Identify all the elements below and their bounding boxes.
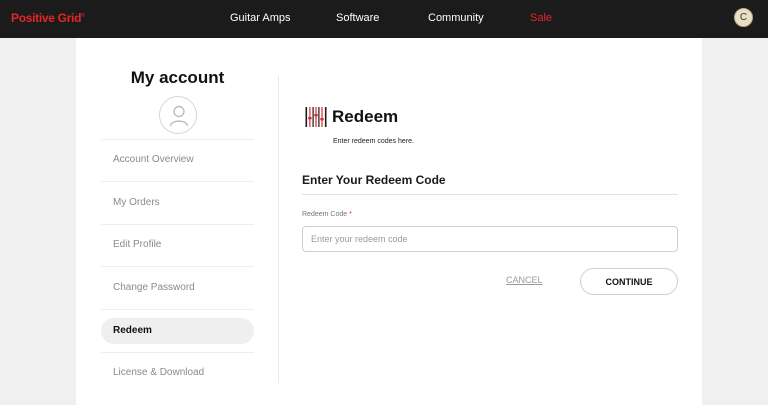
sidebar-divider: [101, 181, 254, 182]
sidebar-divider: [101, 309, 254, 310]
nav-link-guitar-amps[interactable]: Guitar Amps: [230, 12, 291, 24]
sidebar-divider: [101, 266, 254, 267]
cancel-button[interactable]: CANCEL: [506, 275, 543, 285]
sidebar-title: My account: [130, 68, 225, 87]
sidebar-item-edit-profile[interactable]: Edit Profile: [101, 232, 254, 258]
account-card: My account Account Overview My Orders Ed…: [76, 38, 702, 405]
nav-link-community[interactable]: Community: [428, 12, 484, 24]
sidebar-item-license-download[interactable]: License & Download: [101, 360, 254, 386]
sidebar-item-my-orders[interactable]: My Orders: [101, 190, 254, 216]
nav-link-software[interactable]: Software: [336, 12, 379, 24]
continue-button[interactable]: CONTINUE: [580, 268, 678, 295]
redeem-code-input[interactable]: [302, 226, 678, 252]
page-title: Redeem: [332, 107, 399, 126]
redeem-code-label: Redeem Code *: [302, 211, 352, 218]
page-subtitle: Enter redeem codes here.: [333, 138, 414, 145]
sidebar-item-change-password[interactable]: Change Password: [101, 275, 254, 301]
top-nav-bar: Positive Grid® Guitar Amps Software Comm…: [0, 0, 768, 38]
user-icon: [169, 105, 189, 127]
required-mark: *: [349, 211, 352, 218]
sidebar-divider: [101, 224, 254, 225]
sidebar-item-redeem[interactable]: Redeem: [101, 318, 254, 344]
column-divider: [278, 76, 279, 383]
redeem-barcode-icon: [305, 107, 327, 127]
nav-link-sale[interactable]: Sale: [530, 12, 552, 24]
user-avatar-button[interactable]: C: [734, 8, 753, 27]
account-sidebar: My account Account Overview My Orders Ed…: [101, 38, 254, 405]
positive-grid-logo[interactable]: Positive Grid®: [11, 11, 85, 25]
sidebar-divider: [101, 139, 254, 140]
section-title: Enter Your Redeem Code: [302, 173, 446, 187]
sidebar-divider: [101, 352, 254, 353]
section-divider: [302, 194, 678, 195]
sidebar-item-account-overview[interactable]: Account Overview: [101, 147, 254, 173]
profile-avatar: [159, 96, 197, 134]
